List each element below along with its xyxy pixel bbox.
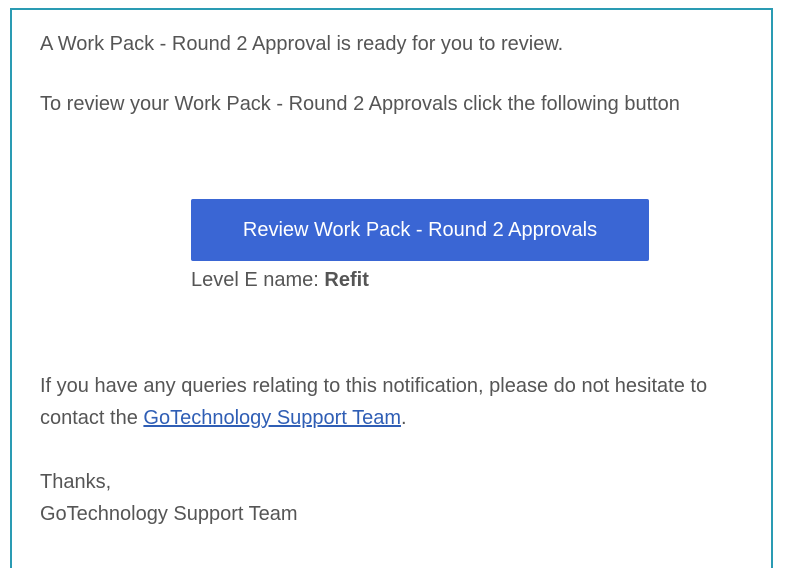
- level-value: Refit: [324, 269, 369, 291]
- intro-text: A Work Pack - Round 2 Approval is ready …: [40, 33, 564, 55]
- instruction-text: To review your Work Pack - Round 2 Appro…: [40, 93, 680, 115]
- level-e-name: Level E name: Refit: [191, 264, 369, 296]
- review-work-pack-button[interactable]: Review Work Pack - Round 2 Approvals: [191, 199, 649, 261]
- queries-text: If you have any queries relating to this…: [40, 370, 750, 434]
- signature-text: GoTechnology Support Team: [40, 503, 298, 525]
- email-frame: A Work Pack - Round 2 Approval is ready …: [10, 8, 773, 568]
- cta-wrapper: Review Work Pack - Round 2 Approvals: [191, 199, 649, 261]
- queries-text-after: .: [400, 407, 407, 429]
- support-team-link[interactable]: GoTechnology Support Team: [143, 407, 401, 429]
- thanks-text: Thanks,: [40, 471, 112, 493]
- level-label: Level E name:: [191, 269, 325, 291]
